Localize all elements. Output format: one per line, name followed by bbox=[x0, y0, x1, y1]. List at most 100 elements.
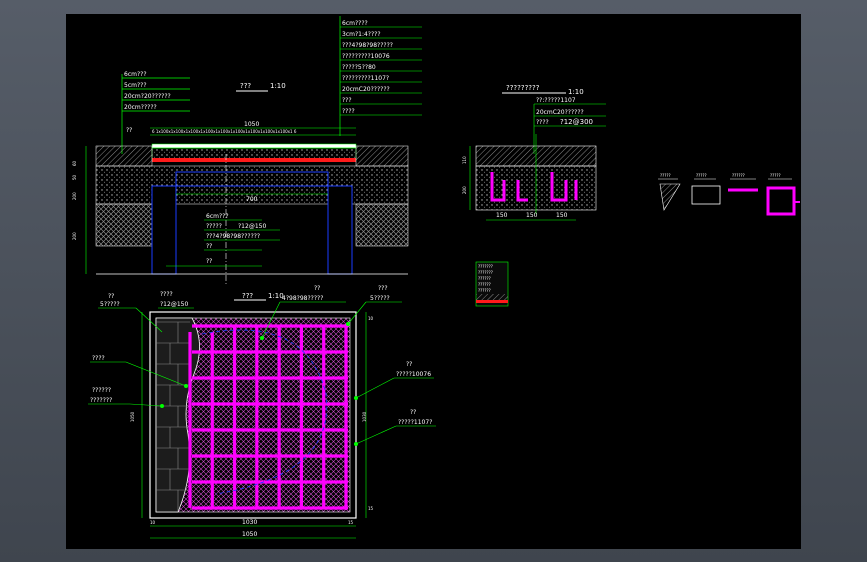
note-right-3: ???4?98?98????? bbox=[342, 42, 393, 49]
small-details: ????? ????? ?????? ????? bbox=[658, 173, 800, 216]
paving-right bbox=[355, 145, 409, 167]
dim-right-h2: 200 bbox=[462, 186, 467, 194]
plan-edge-1: 10 bbox=[150, 520, 156, 525]
callout-5: ?? bbox=[314, 285, 320, 292]
notes-left: 6cm??? 5cm??? 20cm?20?????? 20cm????? bbox=[121, 71, 190, 154]
note-left-2: 5cm??? bbox=[124, 82, 147, 89]
legend-box: ??????? ??????? ?????? ?????? ?????? bbox=[475, 261, 509, 307]
dim-right-1: 150 bbox=[496, 212, 508, 219]
detail-stirrup bbox=[766, 186, 796, 216]
plan-view: ??? 1:10 1030 1050 10 15 1050 1030 10 15… bbox=[88, 285, 436, 539]
wall-left bbox=[151, 185, 177, 275]
plan-dim-height: 1050 bbox=[130, 411, 135, 422]
dim-right-3: 150 bbox=[556, 212, 568, 219]
section-right-note-4: ?12@300 bbox=[560, 118, 593, 126]
callout-8: 5????? bbox=[370, 295, 390, 302]
wall-right bbox=[327, 185, 353, 275]
note-right-7: 20cmC20?????? bbox=[342, 86, 390, 93]
section-top-title: ??? bbox=[240, 82, 251, 90]
plan-edge-3: 10 bbox=[368, 316, 374, 321]
note-middle-3: ?12@150 bbox=[238, 223, 266, 230]
note-middle: 6cm??? ????? ?12@150 ???4?98?98?????? ??… bbox=[166, 213, 280, 267]
dim-left-2: 50 bbox=[72, 174, 77, 180]
note-right-1: 6cm???? bbox=[342, 20, 368, 27]
rebar-end bbox=[343, 505, 349, 511]
callout-14: ?? bbox=[410, 409, 416, 416]
callout-10: ?????? bbox=[92, 387, 111, 394]
callout-1: ?? bbox=[108, 293, 114, 300]
detail-wedge bbox=[659, 183, 681, 211]
drawing-canvas[interactable]: ??? 1:10 6cm??? 5cm??? 20cm?20?????? 20c… bbox=[66, 14, 801, 549]
note-right-5: ?????5??80 bbox=[342, 64, 376, 71]
callout-11: ??????? bbox=[90, 397, 112, 404]
note-middle-1: 6cm??? bbox=[206, 213, 229, 220]
legend-line-3: ?????? bbox=[478, 276, 491, 281]
detail-box bbox=[691, 185, 721, 205]
callout-2: 5????? bbox=[100, 301, 120, 308]
detail-label-4: ????? bbox=[770, 173, 781, 178]
legend-line-1: ??????? bbox=[478, 264, 493, 269]
legend-line-4: ?????? bbox=[478, 282, 491, 287]
section-right-note-3: ???? bbox=[536, 119, 549, 126]
note-middle-4: ???4?98?98?????? bbox=[206, 233, 260, 240]
callout-12: ?? bbox=[406, 361, 412, 368]
dim-inner: 700 bbox=[246, 196, 258, 203]
dim-top-total: 1050 bbox=[244, 121, 259, 128]
callout-13: ?????10076 bbox=[396, 371, 431, 378]
dim-right-h1: 110 bbox=[462, 156, 467, 164]
rebar-end bbox=[343, 453, 349, 459]
callout-6: 4?98?98????? bbox=[282, 295, 323, 302]
callout-9: ???? bbox=[92, 355, 105, 362]
section-top-scale: 1:10 bbox=[270, 82, 286, 90]
callout-3: ???? bbox=[160, 291, 173, 298]
plan-edge-4: 15 bbox=[368, 506, 374, 511]
viewer-frame: ??? 1:10 6cm??? 5cm??? 20cm?20?????? 20c… bbox=[0, 0, 867, 562]
note-middle-2: ????? bbox=[206, 223, 222, 230]
note-right-6: ?????????1107? bbox=[342, 75, 389, 82]
plan-edge-2: 15 bbox=[348, 520, 354, 525]
notes-right: 6cm???? 3cm?1:4???? ???4?98?98????? ????… bbox=[339, 16, 422, 136]
legend-line-5: ?????? bbox=[478, 288, 491, 293]
plan-dim-height-inner: 1030 bbox=[362, 411, 367, 422]
rebar-end bbox=[343, 479, 349, 485]
legend-line-2: ??????? bbox=[478, 270, 493, 275]
detail-label-2: ????? bbox=[696, 173, 707, 178]
note-right-2: 3cm?1:4???? bbox=[342, 31, 381, 38]
dim-left-3: 200 bbox=[72, 192, 77, 200]
section-top: ??? 1:10 6cm??? 5cm??? 20cm?20?????? 20c… bbox=[72, 16, 422, 284]
section-right: ????????? 1:10 ??:?????1107 20cmC20?????… bbox=[462, 84, 606, 221]
cover-red-band bbox=[152, 158, 356, 162]
dim-top: 1050 6 1x100x1x100x1x100x1x100x1x100x1x1… bbox=[126, 121, 356, 136]
section-top-side-mark: ?? bbox=[126, 127, 132, 134]
cover-surface bbox=[151, 143, 357, 149]
note-left-3: 20cm?20?????? bbox=[124, 93, 171, 100]
section-right-title: ????????? bbox=[506, 84, 540, 92]
section-right-note-1: ??:?????1107 bbox=[536, 97, 576, 104]
callout-7: ??? bbox=[378, 285, 388, 292]
callout-15: ?????1107? bbox=[398, 419, 432, 426]
note-right-9: ???? bbox=[342, 108, 355, 115]
dim-left-1: 60 bbox=[72, 160, 77, 166]
plan-title: ??? bbox=[242, 292, 253, 300]
note-left-1: 6cm??? bbox=[124, 71, 147, 78]
callout-4: ?12@150 bbox=[160, 301, 188, 308]
rebar-end bbox=[343, 349, 349, 355]
dim-left-4: 200 bbox=[72, 232, 77, 240]
rebar-end bbox=[343, 427, 349, 433]
soil-right bbox=[355, 203, 409, 247]
note-right-4: ?????????10076 bbox=[342, 53, 390, 60]
note-left-4: 20cm????? bbox=[124, 104, 157, 111]
rebar-end bbox=[343, 375, 349, 381]
plan-dim-total: 1050 bbox=[242, 531, 257, 538]
rebar-end bbox=[343, 401, 349, 407]
paving-left bbox=[95, 145, 153, 167]
section-right-note-2: 20cmC20?????? bbox=[536, 109, 584, 116]
detail-label-1: ????? bbox=[660, 173, 671, 178]
note-middle-5: ?? bbox=[206, 243, 212, 250]
section-right-scale: 1:10 bbox=[568, 88, 584, 96]
cad-drawing: ??? 1:10 6cm??? 5cm??? 20cm?20?????? 20c… bbox=[72, 16, 800, 539]
soil-left bbox=[95, 203, 153, 247]
plan-dim-inner: 1030 bbox=[242, 519, 257, 526]
note-bottom: ?? bbox=[206, 258, 212, 265]
detail-label-3: ?????? bbox=[732, 173, 745, 178]
